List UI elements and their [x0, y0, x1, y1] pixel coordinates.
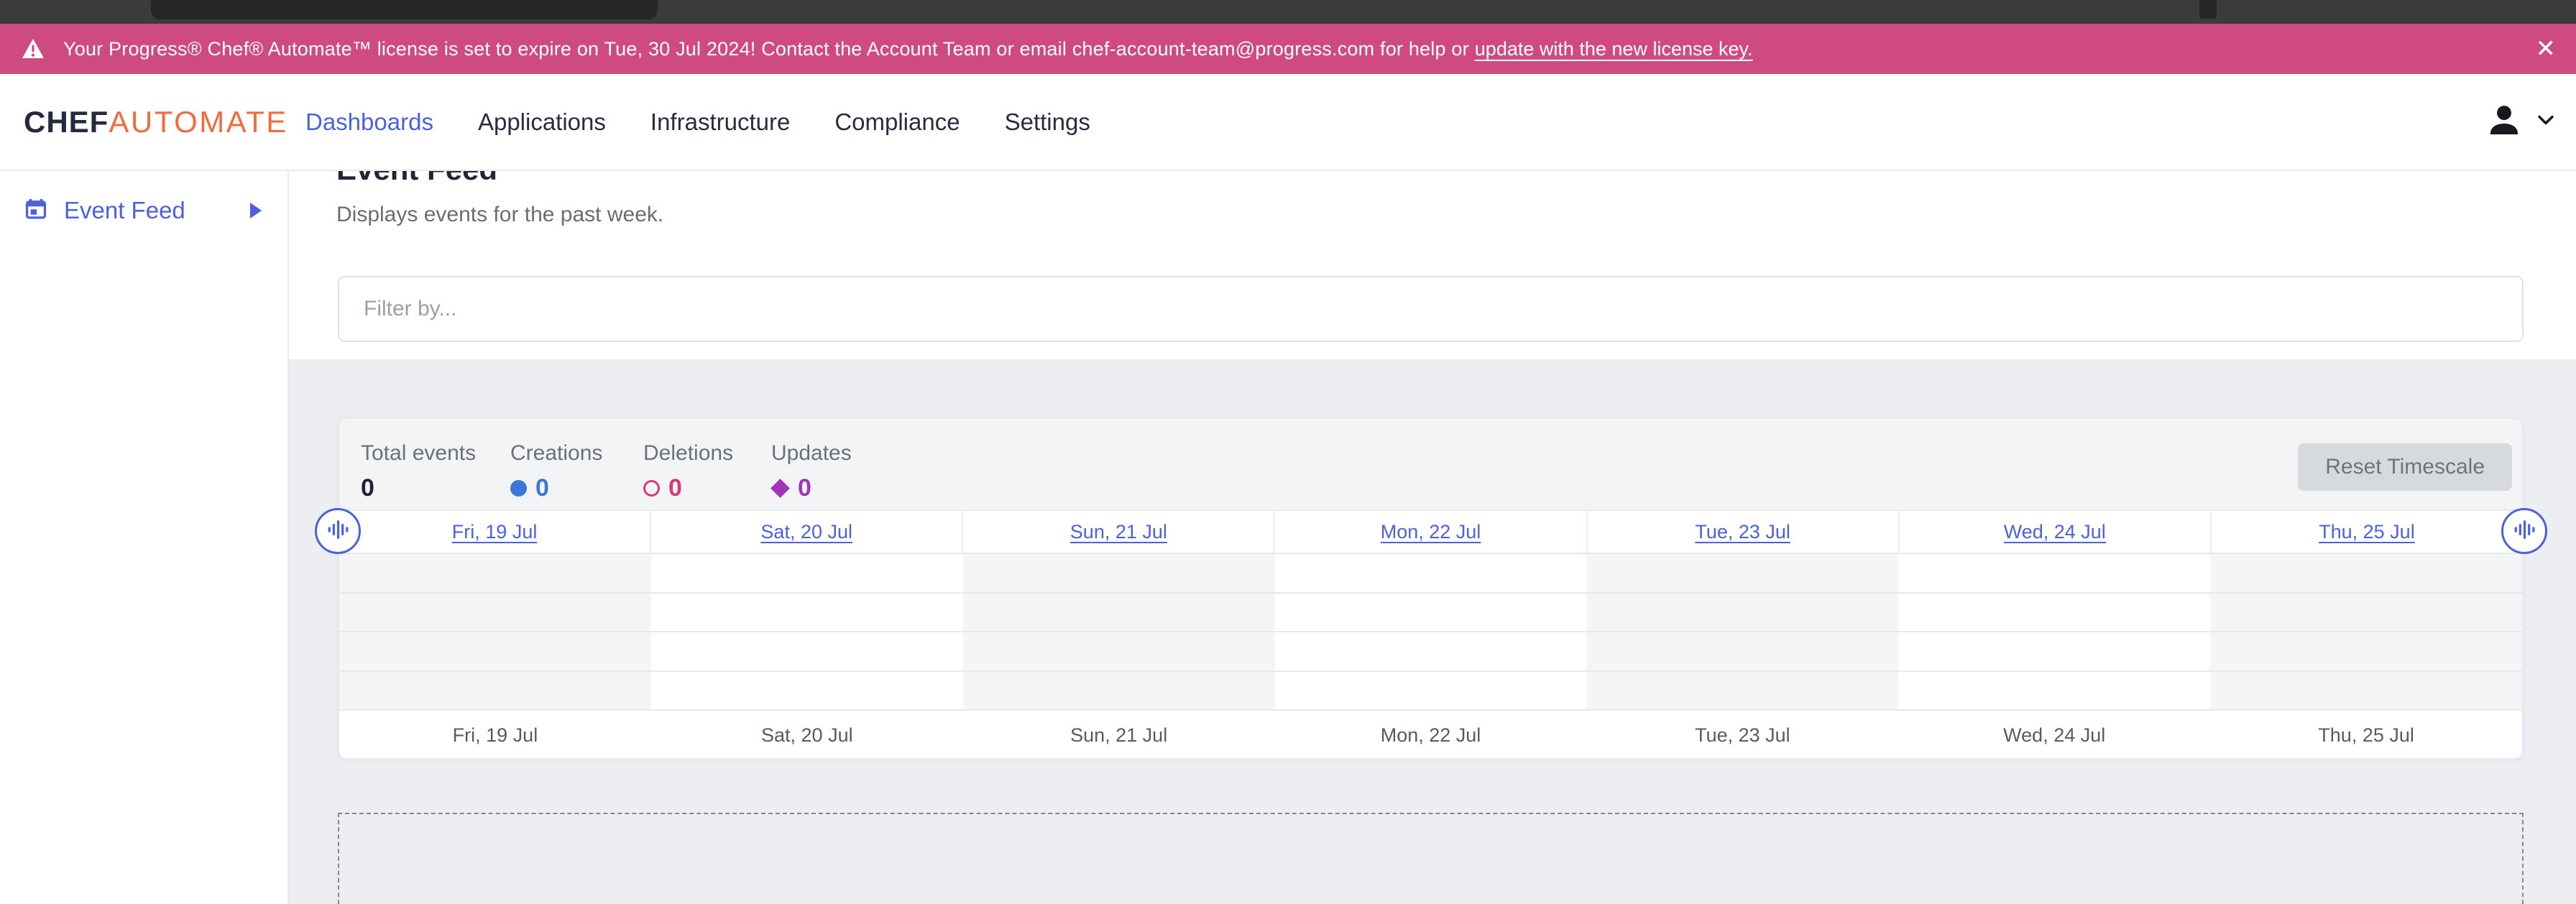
stat-label: Creations — [510, 441, 602, 466]
stat-value: 0 — [798, 474, 811, 502]
day-header-cell: Tue, 23 Jul — [1588, 511, 1900, 553]
nav-compliance[interactable]: Compliance — [834, 109, 960, 136]
day-footer-cell: Thu, 25 Jul — [2210, 711, 2522, 760]
day-footer-cell: Sat, 20 Jul — [651, 711, 963, 760]
timescale-handle-icon — [2513, 519, 2535, 544]
main-content: Event Feed Displays events for the past … — [289, 171, 2576, 904]
logo-chef: CHEF — [24, 105, 109, 139]
sidebar: Event Feed — [0, 171, 289, 904]
day-header-cell: Mon, 22 Jul — [1275, 511, 1587, 553]
updates-diamond-icon — [770, 479, 790, 498]
day-link[interactable]: Thu, 25 Jul — [2319, 521, 2415, 543]
day-label: Sat, 20 Jul — [761, 724, 853, 747]
day-label: Wed, 24 Jul — [2003, 724, 2105, 747]
nav-applications[interactable]: Applications — [478, 109, 606, 136]
day-link[interactable]: Fri, 19 Jul — [452, 521, 538, 543]
day-footer-cell: Mon, 22 Jul — [1275, 711, 1587, 760]
timeline-day-links-row: Fri, 19 Jul Sat, 20 Jul Sun, 21 Jul Mon,… — [339, 509, 2522, 554]
day-link[interactable]: Wed, 24 Jul — [2004, 521, 2106, 543]
sidebar-item-event-feed[interactable]: Event Feed — [0, 193, 288, 229]
nav-settings[interactable]: Settings — [1005, 109, 1090, 136]
close-icon[interactable]: ✕ — [2536, 37, 2557, 61]
stat-value: 0 — [535, 474, 549, 502]
browser-omnibox — [151, 0, 658, 19]
empty-events-placeholder — [338, 813, 2524, 904]
day-footer-cell: Sun, 21 Jul — [963, 711, 1275, 760]
chef-automate-logo[interactable]: CHEFAUTOMATE — [24, 107, 288, 137]
day-link[interactable]: Sun, 21 Jul — [1070, 521, 1167, 543]
grid-row — [339, 554, 2522, 594]
day-label: Sun, 21 Jul — [1070, 724, 1167, 747]
warning-icon — [22, 38, 45, 60]
timeline-day-labels-row: Fri, 19 Jul Sat, 20 Jul Sun, 21 Jul Mon,… — [339, 711, 2522, 760]
day-label: Fri, 19 Jul — [453, 724, 538, 747]
event-timeline-card: Total events 0 Creations 0 Deletions 0 — [338, 418, 2524, 760]
person-icon — [2485, 101, 2523, 142]
day-label: Tue, 23 Jul — [1695, 724, 1790, 747]
stat-total-events: Total events 0 — [361, 441, 476, 502]
nav-dashboards[interactable]: Dashboards — [305, 109, 433, 136]
event-feed-section: Total events 0 Creations 0 Deletions 0 — [289, 359, 2576, 904]
day-header-cell: Fri, 19 Jul — [339, 511, 651, 553]
filter-bar — [338, 276, 2524, 342]
day-label: Mon, 22 Jul — [1381, 724, 1481, 747]
stat-value: 0 — [361, 474, 374, 502]
timescale-handle-left[interactable] — [315, 508, 361, 554]
page-subtitle: Displays events for the past week. — [336, 203, 663, 227]
timescale-handle-right[interactable] — [2501, 508, 2547, 554]
arrow-right-icon — [250, 203, 262, 218]
app-header: CHEFAUTOMATE Dashboards Applications Inf… — [0, 74, 2576, 171]
day-footer-cell: Fri, 19 Jul — [339, 711, 651, 760]
day-header-cell: Wed, 24 Jul — [1900, 511, 2212, 553]
nav-infrastructure[interactable]: Infrastructure — [650, 109, 790, 136]
day-link[interactable]: Mon, 22 Jul — [1381, 521, 1481, 543]
timescale-handle-icon — [327, 519, 349, 544]
day-link[interactable]: Tue, 23 Jul — [1695, 521, 1790, 543]
sidebar-item-label: Event Feed — [64, 197, 185, 224]
day-link[interactable]: Sat, 20 Jul — [760, 521, 852, 543]
filter-input[interactable] — [338, 276, 2524, 342]
day-header-cell: Thu, 25 Jul — [2212, 511, 2522, 553]
stat-label: Deletions — [643, 441, 733, 466]
browser-top-strip — [0, 0, 2576, 24]
timeline-grid — [339, 554, 2522, 711]
stat-updates: Updates 0 — [771, 441, 852, 502]
grid-row — [339, 672, 2522, 711]
grid-row — [339, 632, 2522, 672]
license-banner: Your Progress® Chef® Automate™ license i… — [0, 24, 2576, 74]
event-stats: Total events 0 Creations 0 Deletions 0 — [339, 419, 2522, 509]
day-header-cell: Sat, 20 Jul — [651, 511, 963, 553]
reset-timescale-button[interactable]: Reset Timescale — [2298, 443, 2512, 491]
grid-row — [339, 594, 2522, 633]
day-footer-cell: Tue, 23 Jul — [1586, 711, 1898, 760]
calendar-icon — [24, 197, 48, 225]
stat-deletions: Deletions 0 — [643, 441, 733, 502]
day-label: Thu, 25 Jul — [2318, 724, 2414, 747]
deletions-ring-icon — [643, 480, 660, 497]
stat-label: Total events — [361, 441, 476, 466]
day-header-cell: Sun, 21 Jul — [963, 511, 1275, 553]
timeline-gridlines — [339, 554, 2522, 711]
update-license-link[interactable]: update with the new license key. — [1475, 38, 1753, 60]
main-nav: Dashboards Applications Infrastructure C… — [305, 74, 1090, 170]
chevron-down-icon — [2537, 115, 2554, 129]
license-banner-message: Your Progress® Chef® Automate™ license i… — [63, 38, 1469, 60]
user-menu[interactable] — [2485, 101, 2554, 142]
stat-value: 0 — [668, 474, 682, 502]
creations-circle-icon — [510, 480, 527, 497]
browser-toolbar-mark — [2199, 0, 2217, 19]
stat-creations: Creations 0 — [510, 441, 602, 502]
logo-automate: AUTOMATE — [109, 105, 288, 139]
day-footer-cell: Wed, 24 Jul — [1898, 711, 2210, 760]
stat-label: Updates — [771, 441, 852, 466]
